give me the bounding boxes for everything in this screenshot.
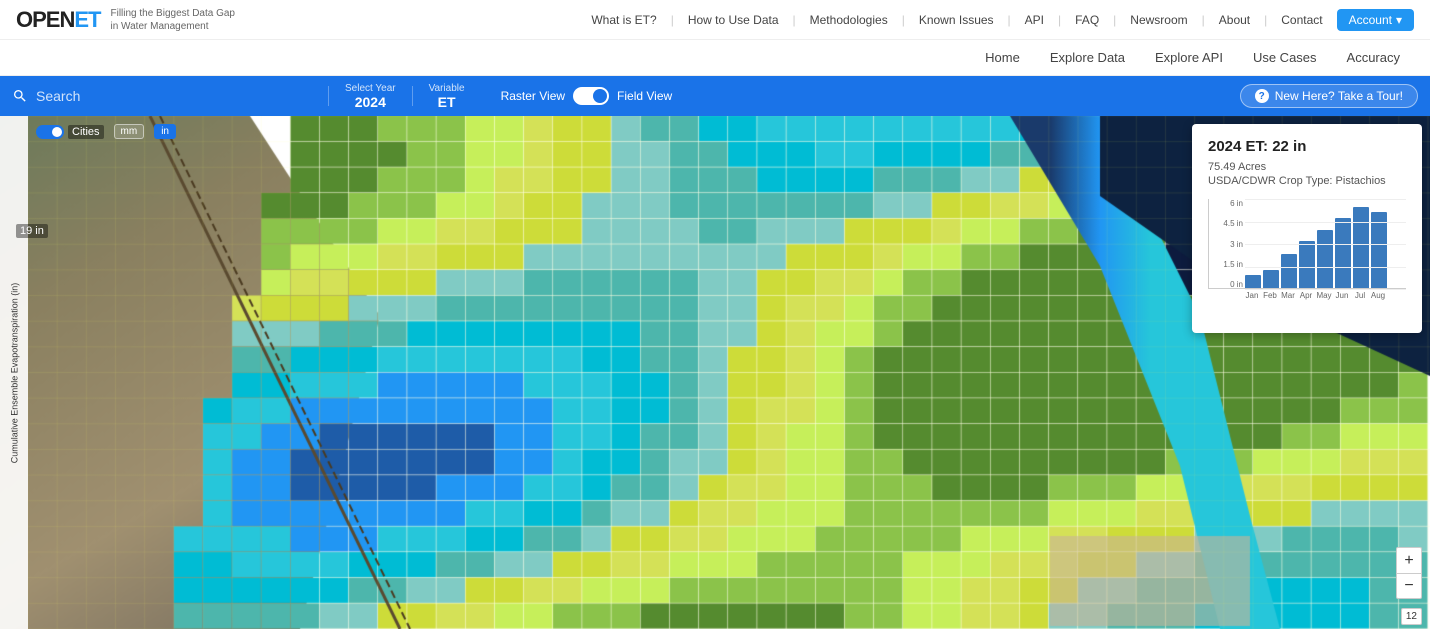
nav-link-methodologies[interactable]: Methodologies (810, 13, 888, 27)
x-label-jul: Jul (1352, 291, 1368, 300)
toolbar-divider-2 (412, 86, 413, 106)
account-button[interactable]: Account ▾ (1337, 9, 1414, 31)
zoom-controls: + − (1396, 547, 1422, 599)
x-label-mar: Mar (1280, 291, 1296, 300)
top-navigation: OPENET Filling the Biggest Data Gap in W… (0, 0, 1430, 40)
unit-mm-button[interactable]: mm (114, 124, 145, 139)
vertical-label: Cumulative Ensemble Evapotranspiration (… (0, 116, 28, 629)
chart-bar-feb (1263, 270, 1279, 288)
cities-toggle-switch[interactable] (36, 125, 64, 139)
nav-accuracy[interactable]: Accuracy (1347, 46, 1400, 69)
field-view-label: Field View (617, 89, 672, 103)
x-axis-labels: JanFebMarAprMayJunJulAug (1208, 291, 1406, 300)
chart-bar-mar (1281, 254, 1297, 288)
top-links: What is ET? | How to Use Data | Methodol… (591, 9, 1414, 31)
chart-bar-jan (1245, 275, 1261, 289)
map-overlay-controls: Cities mm in (36, 124, 176, 139)
nav-explore-api[interactable]: Explore API (1155, 46, 1223, 69)
nav-link-contact[interactable]: Contact (1281, 13, 1322, 27)
y-label-0: 0 in (1209, 280, 1243, 289)
chart-bar-apr (1299, 241, 1315, 288)
x-label-jan: Jan (1244, 291, 1260, 300)
bar-chart: 6 in 4.5 in 3 in 1.5 in 0 in JanFebMarAp (1208, 199, 1406, 319)
x-label-aug: Aug (1370, 291, 1386, 300)
x-label-may: May (1316, 291, 1332, 300)
popup-acres: 75.49 Acres (1208, 161, 1406, 173)
question-icon: ? (1255, 89, 1269, 103)
chevron-down-icon: ▾ (1396, 13, 1402, 27)
logo-area: OPENET Filling the Biggest Data Gap in W… (16, 7, 235, 33)
variable-selector[interactable]: Variable ET (429, 83, 465, 110)
toggle-knob (593, 89, 607, 103)
raster-view-label: Raster View (501, 89, 565, 103)
y-label-15: 1.5 in (1209, 260, 1243, 269)
nav-link-about[interactable]: About (1219, 13, 1250, 27)
year-selector[interactable]: Select Year 2024 (345, 83, 396, 110)
logo[interactable]: OPENET (16, 7, 100, 33)
chart-area: 6 in 4.5 in 3 in 1.5 in 0 in (1208, 199, 1406, 289)
x-label-jun: Jun (1334, 291, 1350, 300)
nav-link-api[interactable]: API (1025, 13, 1044, 27)
cities-knob (52, 127, 62, 137)
search-input[interactable] (36, 88, 276, 104)
y-label-6: 6 in (1209, 199, 1243, 208)
popup-card: 2024 ET: 22 in 75.49 Acres USDA/CDWR Cro… (1192, 124, 1422, 333)
new-here-button[interactable]: ? New Here? Take a Tour! (1240, 84, 1418, 108)
nav-link-what-is-et[interactable]: What is ET? (591, 13, 656, 27)
nav-home[interactable]: Home (985, 46, 1020, 69)
scale-label: 19 in (16, 224, 48, 238)
nav-use-cases[interactable]: Use Cases (1253, 46, 1317, 69)
chart-bar-jun (1335, 218, 1351, 288)
cities-label: Cities (68, 125, 104, 139)
toolbar-divider (328, 86, 329, 106)
view-toggle: Raster View Field View (501, 87, 673, 105)
toolbar: Select Year 2024 Variable ET Raster View… (0, 76, 1430, 116)
zoom-level: 12 (1401, 608, 1422, 625)
x-label-apr: Apr (1298, 291, 1314, 300)
popup-title: 2024 ET: 22 in (1208, 138, 1406, 155)
y-label-3: 3 in (1209, 240, 1243, 249)
zoom-in-button[interactable]: + (1396, 547, 1422, 573)
second-navigation: Home Explore Data Explore API Use Cases … (0, 40, 1430, 76)
chart-bar-aug (1371, 212, 1387, 289)
logo-net: ET (74, 7, 100, 32)
search-icon (12, 88, 28, 104)
nav-link-faq[interactable]: FAQ (1075, 13, 1099, 27)
chart-bar-jul (1353, 207, 1369, 288)
chart-bar-may (1317, 230, 1333, 289)
cities-toggle: Cities (36, 125, 104, 139)
y-axis-labels: 6 in 4.5 in 3 in 1.5 in 0 in (1209, 199, 1243, 289)
search-box (12, 88, 312, 104)
nav-explore-data[interactable]: Explore Data (1050, 46, 1125, 69)
nav-link-known-issues[interactable]: Known Issues (919, 13, 994, 27)
y-label-45: 4.5 in (1209, 219, 1243, 228)
map-container[interactable]: Cumulative Ensemble Evapotranspiration (… (0, 116, 1430, 629)
vertical-label-text: Cumulative Ensemble Evapotranspiration (… (9, 282, 19, 463)
popup-crop: USDA/CDWR Crop Type: Pistachios (1208, 175, 1406, 187)
nav-link-how-to-use[interactable]: How to Use Data (688, 13, 779, 27)
logo-tagline: Filling the Biggest Data Gap in Water Ma… (110, 7, 235, 33)
x-label-feb: Feb (1262, 291, 1278, 300)
view-toggle-switch[interactable] (573, 87, 609, 105)
unit-in-button[interactable]: in (154, 124, 176, 139)
nav-link-newsroom[interactable]: Newsroom (1130, 13, 1187, 27)
zoom-out-button[interactable]: − (1396, 573, 1422, 599)
logo-open: OPEN (16, 7, 74, 32)
